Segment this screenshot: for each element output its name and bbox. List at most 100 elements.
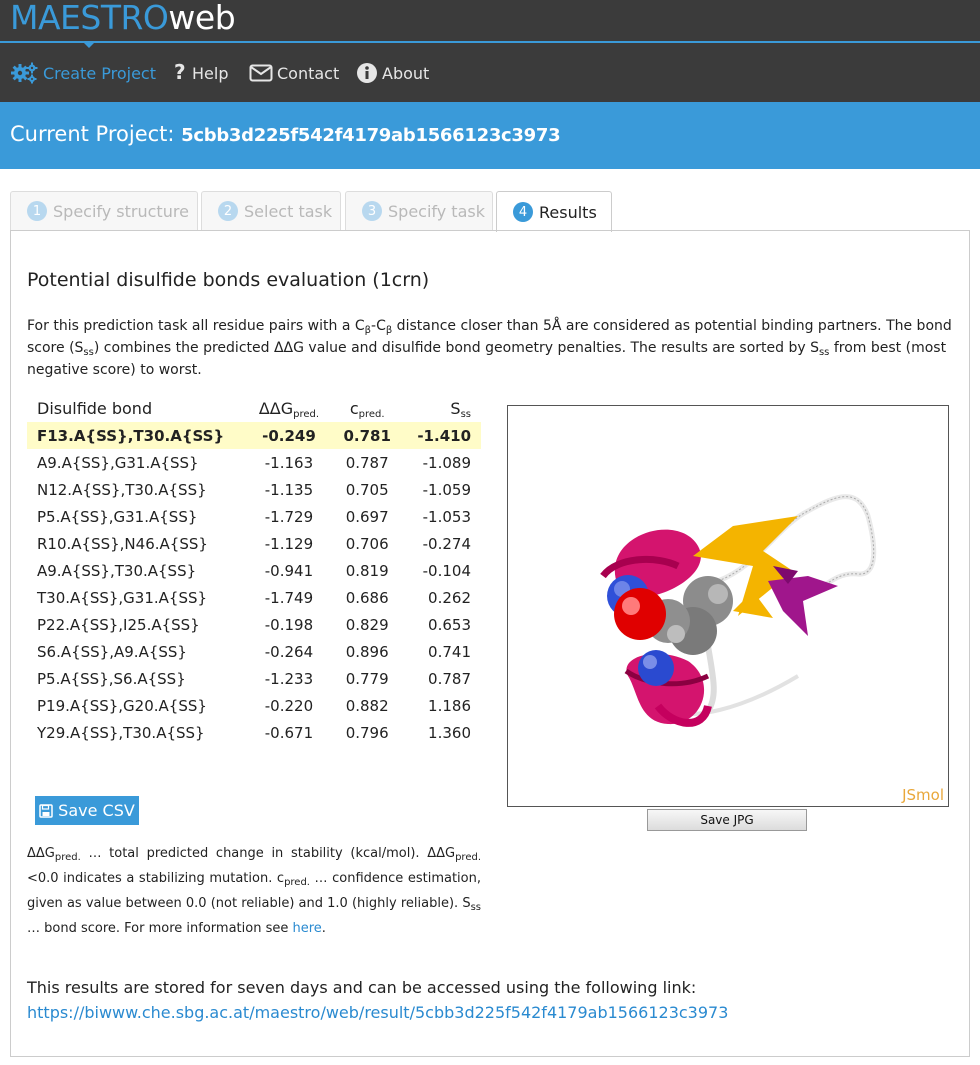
legend-desc: <0.0 indicates a stabilizing mutation. [27,871,277,886]
table-row[interactable]: P19.A{SS},G20.A{SS} -0.220 0.882 1.186 [27,692,481,719]
cell-bond: Y29.A{SS},T30.A{SS} [37,723,205,742]
cell-ddg: -1.129 [264,534,314,553]
question-icon: ? [174,62,186,84]
cell-ddg: -1.749 [264,588,314,607]
cell-c: 0.781 [331,422,403,449]
tab-select-task[interactable]: 2 Select task [201,191,341,230]
cell-c: 0.819 [345,561,389,580]
step-number-badge: 3 [362,201,382,221]
cell-c: 0.787 [345,453,389,472]
legend-sub: pred. [284,877,310,888]
nav-create-project[interactable]: Create Project [11,58,156,88]
col-header-text: ΔΔG [258,399,294,418]
cell-s: -0.274 [422,534,471,553]
table-row[interactable]: Y29.A{SS},T30.A{SS} -0.671 0.796 1.360 [27,719,481,746]
legend-desc: … total predicted change in stability (k… [80,846,428,861]
cell-ddg: -0.198 [264,615,314,634]
legend-desc: . [321,921,326,936]
tab-label: Select task [244,201,333,221]
results-description: For this prediction task all residue pai… [27,315,957,381]
jsmol-label: JSmol [902,786,944,804]
cell-ddg: -1.163 [264,453,314,472]
legend-sub: ss [470,902,481,913]
cell-s: -1.059 [422,480,471,499]
desc-text: ) combines the predicted ΔΔG value and d… [93,340,819,356]
col-header-ddg[interactable]: ΔΔGpred. [246,395,331,422]
cell-s: 0.653 [428,615,471,634]
col-header-text: c [349,399,359,418]
jsmol-viewer[interactable]: JSmol [507,405,949,807]
nav-help[interactable]: ? Help [172,58,228,88]
protein-structure-image [600,494,877,727]
cell-s: 0.262 [428,588,471,607]
table-row[interactable]: S6.A{SS},A9.A{SS} -0.264 0.896 0.741 [27,638,481,665]
cell-s: 0.787 [428,669,471,688]
tab-results[interactable]: 4 Results [496,191,612,232]
cell-s: 0.741 [428,642,471,661]
nav-contact-label: Contact [277,63,340,83]
table-row[interactable]: P5.A{SS},G31.A{SS} -1.729 0.697 -1.053 [27,503,481,530]
nav-create-label: Create Project [43,63,156,83]
cell-bond: A9.A{SS},T30.A{SS} [37,561,197,580]
envelope-icon [249,64,273,82]
col-header-sub: ss [460,409,471,420]
save-csv-label: Save CSV [58,801,135,820]
cell-ddg: -1.233 [264,669,314,688]
cell-c: 0.686 [345,588,389,607]
desc-text: For this prediction task all residue pai… [27,318,365,334]
nav-about[interactable]: About [356,58,429,88]
floppy-disk-icon [39,803,53,818]
cell-s: 1.360 [428,723,471,742]
save-csv-button[interactable]: Save CSV [35,796,139,825]
stored-results-info: This results are stored for seven days a… [27,975,728,1025]
step-number-badge: 1 [27,201,47,221]
cell-s: -0.104 [422,561,471,580]
cell-s: -1.089 [422,453,471,472]
table-row[interactable]: A9.A{SS},T30.A{SS} -0.941 0.819 -0.104 [27,557,481,584]
step-number-badge: 4 [513,202,533,222]
table-row[interactable]: P5.A{SS},S6.A{SS} -1.233 0.779 0.787 [27,665,481,692]
brand-part-1: MAESTRO [10,0,169,37]
cell-ddg: -0.941 [264,561,314,580]
cell-bond: P19.A{SS},G20.A{SS} [37,696,207,715]
cell-bond: T30.A{SS},G31.A{SS} [37,588,208,607]
table-row[interactable]: R10.A{SS},N46.A{SS} -1.129 0.706 -0.274 [27,530,481,557]
brand-logo[interactable]: MAESTROweb [10,0,236,38]
results-table: Disulfide bond ΔΔGpred. cpred. Sss F13.A… [27,395,481,746]
col-header-text: S [450,399,461,418]
step-number-badge: 2 [218,201,238,221]
cell-c: 0.697 [345,507,389,526]
col-header-c[interactable]: cpred. [331,395,402,422]
save-jpg-button[interactable]: Save JPG [647,809,807,831]
legend-term: S [462,896,471,911]
col-header-s[interactable]: Sss [403,395,481,422]
cell-bond: P22.A{SS},I25.A{SS} [37,615,200,634]
more-info-link[interactable]: here [292,921,321,936]
nav-contact[interactable]: Contact [249,58,339,88]
table-row[interactable]: F13.A{SS},T30.A{SS} -0.249 0.781 -1.410 [27,422,481,449]
tab-specify-task[interactable]: 3 Specify task [345,191,493,230]
tab-specify-structure[interactable]: 1 Specify structure [10,191,198,230]
cell-ddg: -1.135 [264,480,314,499]
cell-bond: P5.A{SS},G31.A{SS} [37,507,198,526]
col-header-sub: pred. [358,409,385,420]
tab-label: Specify structure [53,201,189,221]
brand-part-2: web [168,0,236,37]
cell-bond: P5.A{SS},S6.A{SS} [37,669,186,688]
cell-s: -1.053 [422,507,471,526]
cell-bond: A9.A{SS},G31.A{SS} [37,453,199,472]
result-link[interactable]: https://biwww.che.sbg.ac.at/maestro/web/… [27,1003,728,1022]
table-row[interactable]: N12.A{SS},T30.A{SS} -1.135 0.705 -1.059 [27,476,481,503]
nav-about-label: About [382,63,430,83]
cell-ddg: -0.249 [246,422,332,449]
cell-c: 0.829 [345,615,389,634]
table-row[interactable]: T30.A{SS},G31.A{SS} -1.749 0.686 0.262 [27,584,481,611]
legend-sub: pred. [54,852,81,863]
nav-help-label: Help [192,63,229,83]
col-header-bond[interactable]: Disulfide bond [27,395,246,422]
table-row[interactable]: P22.A{SS},I25.A{SS} -0.198 0.829 0.653 [27,611,481,638]
cell-c: 0.705 [345,480,389,499]
legend-term: ΔΔG [427,846,456,861]
table-row[interactable]: A9.A{SS},G31.A{SS} -1.163 0.787 -1.089 [27,449,481,476]
cell-bond: F13.A{SS},T30.A{SS} [27,422,247,449]
